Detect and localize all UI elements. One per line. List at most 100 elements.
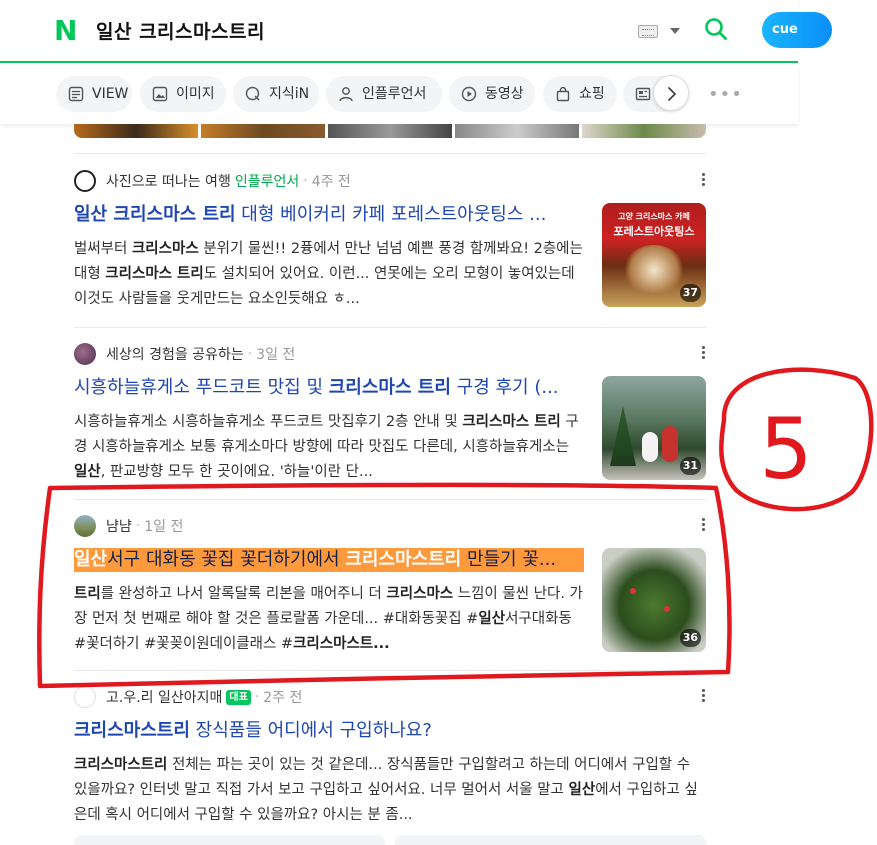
- tree-decoration: [624, 245, 684, 295]
- search-header: N 일산 크리스마스트리 cue: [0, 0, 832, 63]
- view-icon: [68, 86, 84, 102]
- more-options-icon[interactable]: [702, 518, 706, 533]
- thumb-caption: 고양 크리스마스 카페: [618, 212, 690, 221]
- keyboard-icon[interactable]: [638, 25, 658, 38]
- separator-dot: ·: [247, 346, 253, 362]
- result-title[interactable]: 시흥하늘휴게소 푸드코트 맛집 및 크리스마스 트리 구경 후기 (...: [74, 376, 584, 400]
- strip-image[interactable]: [74, 124, 198, 138]
- source-name: 사진으로 떠나는 여행: [106, 174, 231, 190]
- tab-influencer[interactable]: 인플루언서: [326, 76, 442, 112]
- strip-image[interactable]: [328, 124, 452, 138]
- keyword-highlight: 일산: [74, 549, 108, 570]
- text-segment: , 판교방향 모두 한 곳이에요. '하늘'이란 단...: [100, 464, 373, 480]
- ornament-decoration: [630, 588, 636, 594]
- result-description: 벌써부터 크리스마스 분위기 물씬!! 2퓽에서 만난 넘넘 예쁜 풍경 함께봐…: [74, 237, 586, 312]
- search-query[interactable]: 일산 크리스마스트리: [96, 17, 265, 44]
- keyword-highlight: 일산: [74, 464, 101, 480]
- strip-image[interactable]: [455, 124, 579, 138]
- annotation-number: 5: [759, 400, 812, 498]
- tabs-next-button[interactable]: [653, 75, 689, 111]
- chevron-down-icon[interactable]: [670, 28, 680, 34]
- keyword-highlight: 크리스마스 트리: [462, 414, 561, 430]
- text-segment: 장식품들 어디에서 구입하나요?: [189, 720, 432, 741]
- separator-dot: ·: [303, 173, 308, 189]
- santa-decoration: [662, 426, 678, 462]
- avatar[interactable]: [74, 170, 96, 192]
- result-source[interactable]: 냠냠 · 1일 전: [74, 515, 184, 537]
- more-options-icon[interactable]: [702, 346, 706, 361]
- play-icon: [461, 86, 477, 102]
- result-thumbnail[interactable]: 고양 크리스마스 카페 포레스트아웃팅스 37: [602, 203, 706, 307]
- source-name: 냠냠: [106, 519, 132, 535]
- annotation-circle: [719, 367, 874, 512]
- result-description: 시흥하늘휴게소 시흥하늘휴게소 푸드코트 맛집후기 2층 안내 및 크리스마스 …: [74, 410, 586, 485]
- representative-badge: 대표: [226, 689, 251, 705]
- result-source[interactable]: 고.우.리 일산아지매 대표 · 2주 전: [74, 686, 302, 708]
- post-time: 4주 전: [311, 174, 351, 190]
- keyword-highlight: 크리스마스트리: [74, 720, 190, 741]
- keyword-highlight: 크리스마스트리: [74, 757, 168, 773]
- influencer-tag: 인플루언서: [234, 174, 300, 190]
- image-strip[interactable]: [74, 124, 706, 138]
- strip-image[interactable]: [582, 124, 706, 138]
- person-icon: [339, 87, 353, 102]
- keyword-highlight: 크리스마스 트리: [105, 266, 204, 282]
- image-icon: [152, 86, 168, 102]
- avatar[interactable]: [74, 686, 96, 708]
- text-segment: 대형 베이커리 카페 포레스트아웃팅스 ...: [235, 204, 547, 225]
- tree-decoration: [610, 406, 636, 466]
- more-options-icon[interactable]: [702, 173, 706, 188]
- post-time: 3일 전: [256, 347, 296, 363]
- result-source[interactable]: 사진으로 떠나는 여행 인플루언서 · 4주 전: [74, 170, 351, 192]
- tab-image[interactable]: 이미지: [140, 76, 226, 112]
- search-icon[interactable]: [704, 17, 728, 41]
- related-chip[interactable]: [74, 835, 385, 845]
- result-title[interactable]: 일산 크리스마스 트리 대형 베이커리 카페 포레스트아웃팅스 ...: [74, 203, 584, 227]
- result-title[interactable]: 일산서구 대화동 꽃집 꽃더하기에서 크리스마스트리 만들기 꽃...: [74, 548, 584, 572]
- keyword-highlight: 크리스마스: [131, 241, 199, 257]
- text-segment: 만들기 꽃...: [461, 549, 557, 570]
- related-chip[interactable]: [395, 835, 706, 845]
- separator-dot: ·: [254, 689, 260, 705]
- divider: [74, 670, 706, 671]
- snowman-decoration: [642, 432, 658, 462]
- text-segment: 서구 대화동 꽃집 꽃더하기에서: [107, 549, 346, 570]
- result-item: 세상의 경험을 공유하는 · 3일 전 시흥하늘휴게소 푸드코트 맛집 및 크리…: [74, 343, 706, 494]
- tab-label: 인플루언서: [362, 86, 427, 102]
- keyword-highlight: 크리스마스 트리: [328, 377, 451, 398]
- image-count: 31: [679, 457, 701, 475]
- result-description: 트리를 완성하고 나서 알록달록 리본을 매어주니 더 크리스마스 느낌이 물씬…: [74, 582, 586, 657]
- post-time: 1일 전: [144, 519, 184, 535]
- result-item: 냠냠 · 1일 전 일산서구 대화동 꽃집 꽃더하기에서 크리스마스트리 만들기…: [74, 515, 706, 666]
- keyword-highlight: 크리스마스트리: [345, 549, 462, 570]
- news-icon: [635, 87, 651, 101]
- strip-image[interactable]: [201, 124, 325, 138]
- naver-logo[interactable]: N: [54, 17, 80, 45]
- cue-button[interactable]: cue: [762, 12, 832, 48]
- avatar[interactable]: [74, 343, 96, 365]
- divider: [74, 499, 706, 500]
- thumb-caption: 포레스트아웃팅스: [613, 225, 695, 238]
- tab-shopping[interactable]: 쇼핑: [543, 76, 617, 112]
- more-options-icon[interactable]: [702, 689, 706, 704]
- text-segment: 벌써부터: [74, 241, 132, 257]
- image-count: 37: [679, 284, 701, 302]
- text-segment: 시흥하늘휴게소 푸드코트 맛집 및: [74, 377, 329, 398]
- tab-video[interactable]: 동영상: [449, 76, 535, 112]
- result-thumbnail[interactable]: 36: [602, 548, 706, 652]
- result-source[interactable]: 세상의 경험을 공유하는 · 3일 전: [74, 343, 296, 365]
- divider: [74, 327, 706, 328]
- tab-label: 지식iN: [269, 86, 310, 102]
- kin-icon: [245, 86, 260, 101]
- result-thumbnail[interactable]: 31: [602, 376, 706, 480]
- result-description: 크리스마스트리 전체는 파는 곳이 있는 것 같은데... 장식품들만 구입할려…: [74, 753, 706, 828]
- tab-view[interactable]: VIEW: [56, 76, 132, 112]
- tab-kin[interactable]: 지식iN: [233, 76, 319, 112]
- result-title[interactable]: 크리스마스트리 장식품들 어디에서 구입하나요?: [74, 719, 706, 743]
- avatar[interactable]: [74, 515, 96, 537]
- tab-label: 이미지: [176, 86, 215, 102]
- keyword-highlight: 트리: [74, 586, 101, 602]
- result-item: 사진으로 떠나는 여행 인플루언서 · 4주 전 일산 크리스마스 트리 대형 …: [74, 170, 706, 321]
- more-icon[interactable]: •••: [708, 84, 743, 105]
- keyword-highlight: 크리스마스: [386, 586, 454, 602]
